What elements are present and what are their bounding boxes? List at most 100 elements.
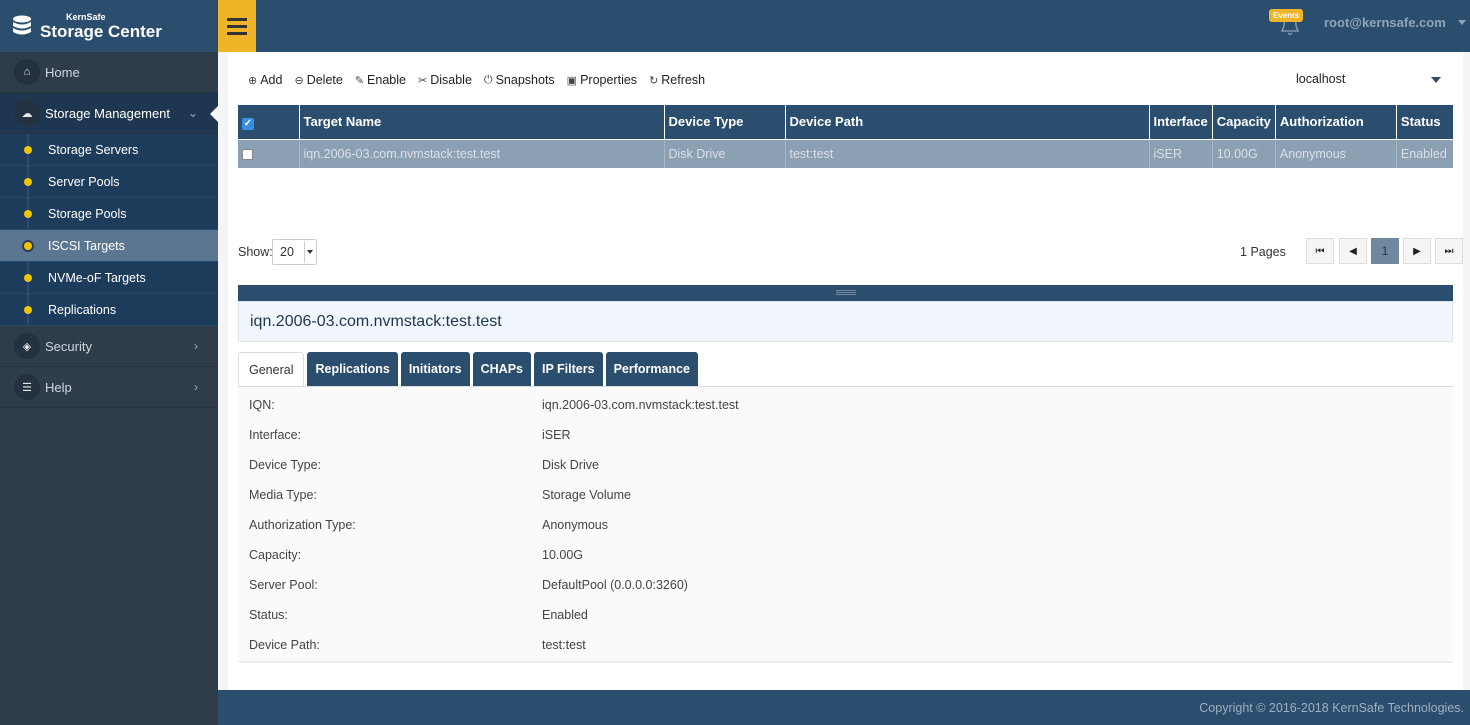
- brand-small-text: KernSafe: [66, 11, 106, 22]
- property-key: Device Path:: [249, 638, 320, 652]
- col-target-name[interactable]: Target Name: [299, 105, 665, 139]
- page-size-select[interactable]: 20: [272, 239, 317, 265]
- col-device-path[interactable]: Device Path: [785, 105, 1150, 139]
- cell-capacity: 10.00G: [1212, 138, 1276, 168]
- events-badge[interactable]: Events: [1269, 9, 1304, 22]
- bullet-icon: [24, 178, 32, 186]
- sub-item-label: Storage Servers: [48, 142, 139, 157]
- nav-help-label: Help: [45, 379, 72, 395]
- minus-circle-icon: ⊖: [294, 74, 304, 87]
- sub-item-label: NVMe-oF Targets: [48, 270, 146, 285]
- disable-label: Disable: [430, 73, 472, 87]
- bullet-icon: [24, 210, 32, 218]
- chevron-right-icon: ›: [194, 339, 198, 353]
- property-key: Server Pool:: [249, 578, 318, 592]
- enable-button[interactable]: ✎ Enable: [355, 72, 406, 88]
- current-page-button[interactable]: 1: [1371, 238, 1399, 264]
- prev-page-button[interactable]: ◀: [1339, 238, 1367, 264]
- pages-number: 1: [1240, 245, 1247, 259]
- play-square-icon: ▣: [566, 74, 578, 87]
- last-page-button[interactable]: ⏭: [1435, 238, 1463, 264]
- sub-item-nvmeof-targets[interactable]: NVMe-oF Targets: [0, 262, 218, 294]
- nav-help[interactable]: ☰ Help ›: [0, 367, 218, 408]
- cloud-icon: ☁: [14, 100, 40, 126]
- cell-device-type: Disk Drive: [664, 138, 786, 168]
- properties-label: Properties: [580, 73, 638, 87]
- home-icon: ⌂: [14, 59, 40, 85]
- nav-security-label: Security: [45, 338, 92, 354]
- col-device-type[interactable]: Device Type: [664, 105, 786, 139]
- power-icon: ⏻: [483, 73, 493, 86]
- disable-button[interactable]: ✂ Disable: [418, 72, 472, 88]
- sub-item-replications[interactable]: Replications: [0, 294, 218, 326]
- refresh-label: Refresh: [661, 73, 706, 87]
- next-page-button[interactable]: ▶: [1403, 238, 1431, 264]
- bullet-icon: [24, 306, 32, 314]
- property-value: Disk Drive: [542, 458, 599, 472]
- col-authorization[interactable]: Authorization: [1275, 105, 1397, 139]
- nav-home-label: Home: [45, 64, 80, 80]
- tag-icon: ✎: [354, 74, 365, 87]
- sub-item-server-pools[interactable]: Server Pools: [0, 166, 218, 198]
- sub-item-storage-servers[interactable]: Storage Servers: [0, 134, 218, 166]
- nav-security[interactable]: ◈ Security ›: [0, 326, 218, 367]
- refresh-button[interactable]: ↻ Refresh: [649, 72, 705, 88]
- caret-left-icon: ◀: [1349, 245, 1357, 257]
- nav-home[interactable]: ⌂ Home: [0, 52, 218, 93]
- targets-panel: ⊕ Add ⊖ Delete ✎ Enable ✂ Disable ⏻ Snapshots…: [228, 52, 1463, 690]
- property-value: 10.00G: [542, 548, 584, 562]
- table-row[interactable]: iqn.2006-03.com.nvmstack:test.test Disk …: [238, 138, 1453, 168]
- detail-tabs: General Replications Initiators CHAPs IP…: [238, 352, 698, 386]
- last-page-icon: ⏭: [1444, 245, 1454, 257]
- col-capacity[interactable]: Capacity: [1212, 105, 1276, 139]
- cell-target-name: iqn.2006-03.com.nvmstack:test.test: [299, 138, 665, 168]
- property-row: Interface: iSER: [238, 417, 1453, 447]
- tab-ip-filters[interactable]: IP Filters: [533, 352, 603, 386]
- caret-down-icon[interactable]: [1458, 20, 1466, 25]
- sub-item-iscsi-targets[interactable]: ISCSI Targets: [0, 230, 218, 262]
- user-menu[interactable]: root@kernsafe.com: [1324, 15, 1446, 30]
- sub-item-storage-pools[interactable]: Storage Pools: [0, 198, 218, 230]
- checkbox[interactable]: [242, 148, 253, 160]
- cell-interface: iSER: [1149, 138, 1213, 168]
- pages-text: Pages: [1250, 245, 1286, 259]
- refresh-icon: ↻: [649, 74, 659, 87]
- targets-table: ✓ Target Name Device Type Device Path In…: [238, 105, 1453, 168]
- select-all-checkbox[interactable]: ✓: [238, 105, 300, 139]
- property-key: IQN:: [249, 398, 275, 412]
- caret-down-icon[interactable]: [1431, 77, 1441, 83]
- col-status[interactable]: Status: [1396, 105, 1453, 139]
- property-row: Device Path: test:test: [238, 627, 1453, 657]
- properties-button[interactable]: ▣ Properties: [567, 72, 637, 88]
- nav-storage-management[interactable]: ☁ Storage Management ⌄: [0, 93, 218, 134]
- property-value: Anonymous: [542, 518, 609, 532]
- property-value: Enabled: [542, 608, 588, 622]
- brand-logo[interactable]: KernSafe Storage Center: [0, 0, 218, 52]
- property-key: Media Type:: [249, 488, 317, 502]
- hamburger-menu-icon[interactable]: [218, 0, 256, 52]
- tab-replications[interactable]: Replications: [307, 352, 398, 386]
- toolbar: ⊕ Add ⊖ Delete ✎ Enable ✂ Disable ⏻ Snapshots…: [248, 72, 705, 88]
- tab-performance[interactable]: Performance: [605, 352, 698, 386]
- col-interface[interactable]: Interface: [1149, 105, 1213, 139]
- top-header: Events root@kernsafe.com: [218, 0, 1470, 52]
- chevron-down-icon: ⌄: [187, 106, 198, 120]
- property-key: Authorization Type:: [249, 518, 356, 532]
- property-value: iSER: [542, 428, 571, 442]
- bullet-icon: [24, 146, 32, 154]
- row-checkbox[interactable]: [238, 138, 300, 168]
- delete-button[interactable]: ⊖ Delete: [294, 72, 342, 88]
- first-page-button[interactable]: ⏮: [1306, 238, 1334, 264]
- table-header-row: ✓ Target Name Device Type Device Path In…: [238, 105, 1453, 139]
- tab-chaps[interactable]: CHAPs: [472, 352, 531, 386]
- cell-status: Enabled: [1396, 138, 1453, 168]
- resize-splitter[interactable]: [238, 285, 1453, 301]
- page-size-value: 20: [280, 245, 294, 259]
- snapshots-button[interactable]: ⏻ Snapshots: [484, 72, 555, 88]
- property-row: Status: Enabled: [238, 597, 1453, 627]
- add-button[interactable]: ⊕ Add: [248, 72, 282, 88]
- scissors-icon: ✂: [417, 74, 428, 87]
- tab-general[interactable]: General: [238, 352, 305, 386]
- sub-item-label: Server Pools: [48, 174, 120, 189]
- tab-initiators[interactable]: Initiators: [400, 352, 470, 386]
